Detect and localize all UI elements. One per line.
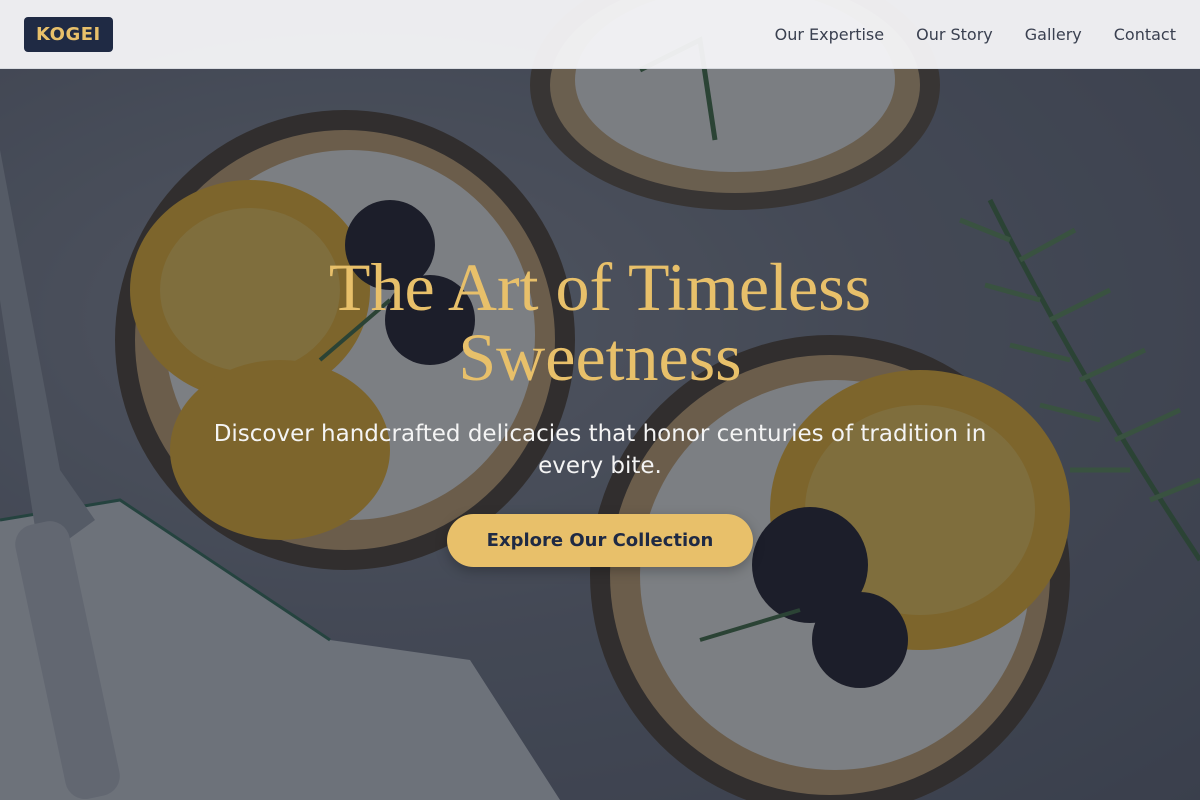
hero-title: The Art of Timeless Sweetness [328, 249, 872, 395]
navbar: KOGEI Our Expertise Our Story Gallery Co… [0, 0, 1200, 69]
nav-link-our-expertise[interactable]: Our Expertise [775, 25, 884, 44]
nav-links: Our Expertise Our Story Gallery Contact [775, 25, 1176, 44]
nav-link-our-story[interactable]: Our Story [916, 25, 993, 44]
nav-link-contact[interactable]: Contact [1114, 25, 1176, 44]
hero-subtitle: Discover handcrafted delicacies that hon… [213, 421, 987, 479]
nav-link-gallery[interactable]: Gallery [1025, 25, 1082, 44]
hero-section: The Art of Timeless Sweetness Discover h… [0, 69, 1200, 800]
explore-collection-button[interactable]: Explore Our Collection [447, 514, 753, 567]
page: KOGEI Our Expertise Our Story Gallery Co… [0, 0, 1200, 800]
brand-logo[interactable]: KOGEI [24, 16, 113, 52]
